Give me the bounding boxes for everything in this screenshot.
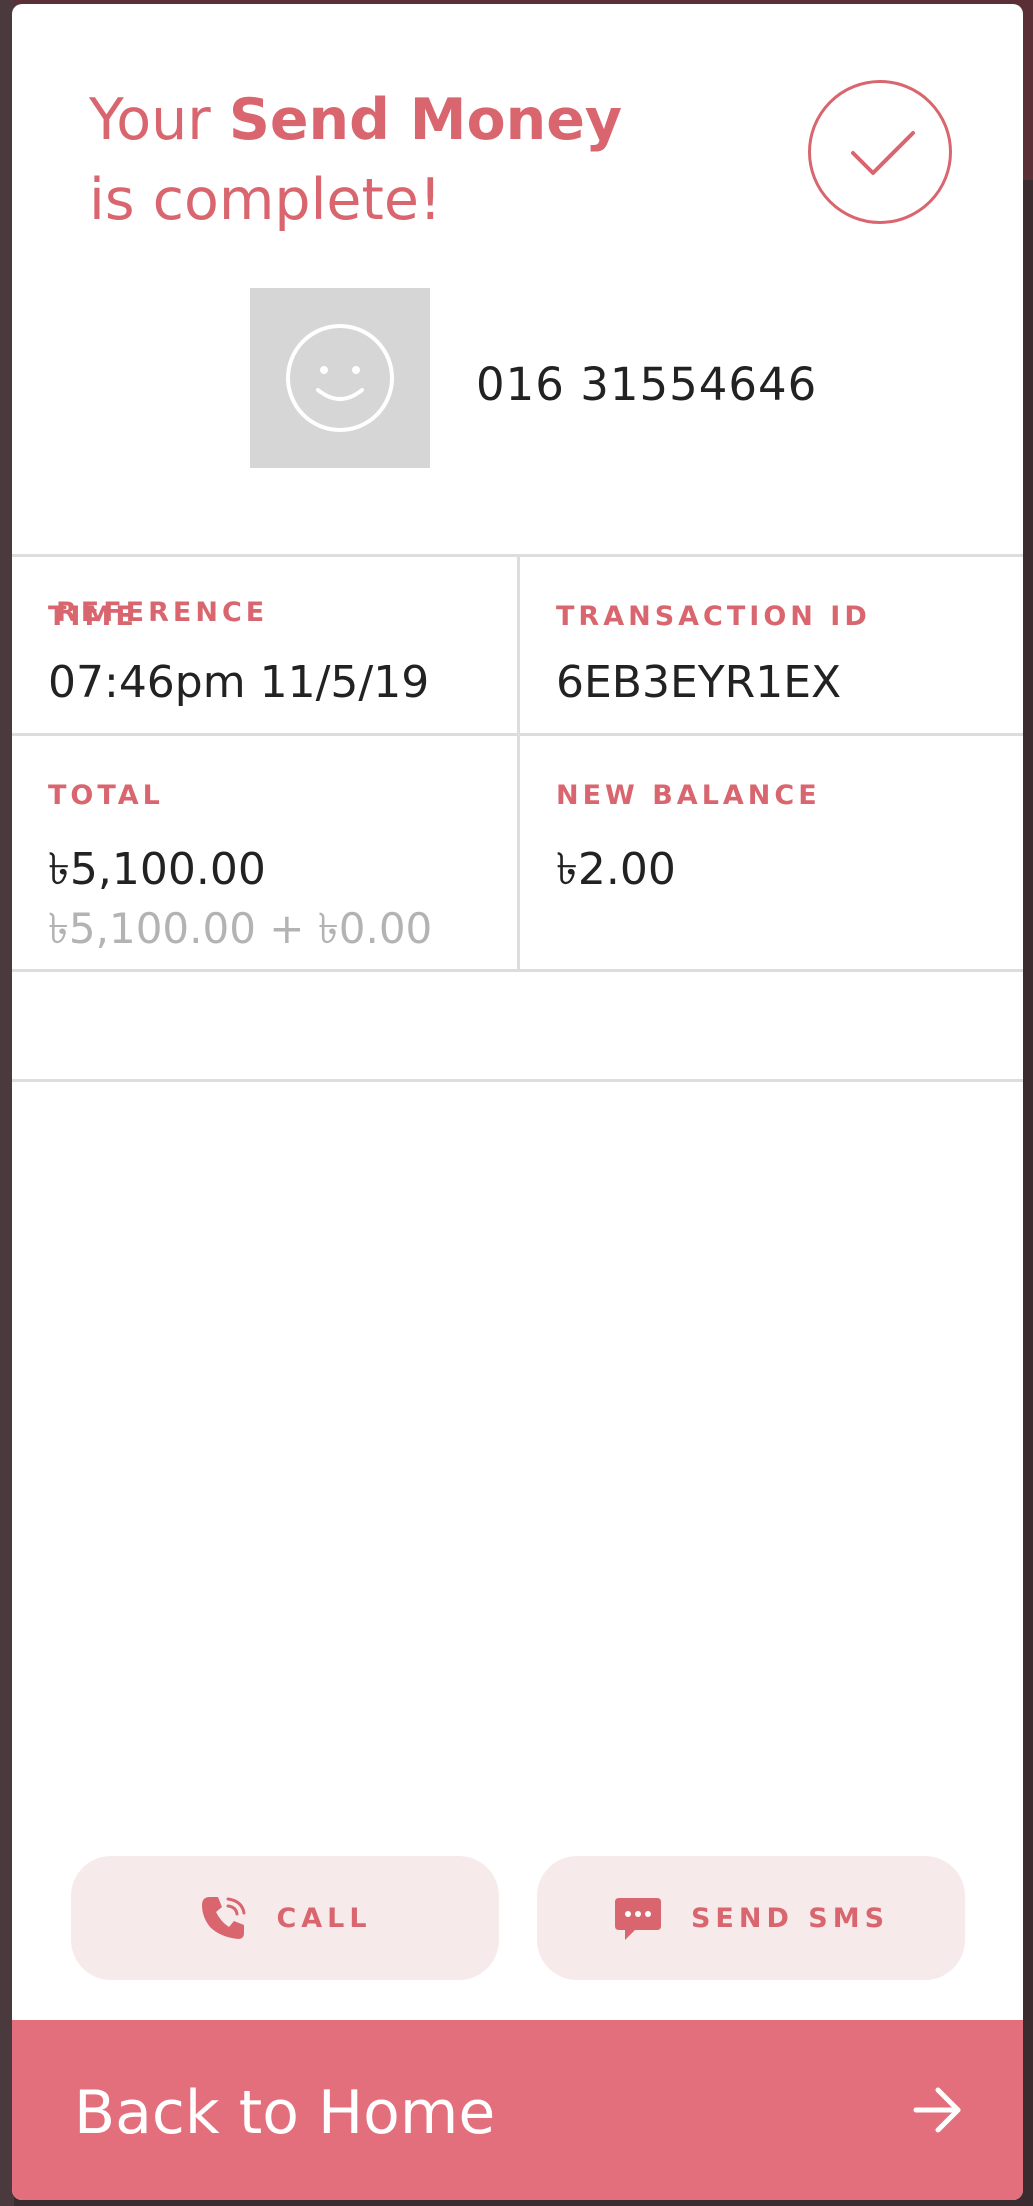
transaction-id-label: TRANSACTION ID <box>556 601 871 632</box>
total-cell: TOTAL ৳5,100.00 ৳5,100.00 + ৳0.00 <box>12 736 517 969</box>
back-to-home-label: Back to Home <box>74 2078 496 2148</box>
new-balance-cell: NEW BALANCE ৳2.00 <box>517 736 1022 969</box>
new-balance-value: ৳2.00 <box>556 844 676 895</box>
details-row: TIME 07:46pm 11/5/19 TRANSACTION ID 6EB3… <box>12 557 1023 736</box>
avatar <box>250 288 430 468</box>
arrow-right-icon <box>913 2087 961 2133</box>
call-button[interactable]: CALL <box>71 1856 499 1980</box>
title-prefix: Your <box>89 87 229 153</box>
title-bold: Send Money <box>228 87 623 153</box>
details-row: TOTAL ৳5,100.00 ৳5,100.00 + ৳0.00 NEW BA… <box>12 736 1023 972</box>
completion-title: Your Send Money is complete! <box>89 80 622 240</box>
message-icon <box>614 1898 661 1940</box>
send-sms-button[interactable]: SEND SMS <box>537 1856 965 1980</box>
send-sms-label: SEND SMS <box>690 1902 890 1934</box>
reference-row: REFERENCE <box>12 597 1023 1082</box>
transaction-details: TIME 07:46pm 11/5/19 TRANSACTION ID 6EB3… <box>12 554 1023 1082</box>
time-value: 07:46pm 11/5/19 <box>48 657 430 708</box>
phone-icon <box>202 1897 246 1939</box>
back-to-home-button[interactable]: Back to Home <box>12 2020 1023 2200</box>
time-cell: TIME 07:46pm 11/5/19 <box>12 557 517 733</box>
total-breakdown: ৳5,100.00 + ৳0.00 <box>48 904 433 953</box>
transaction-id-cell: TRANSACTION ID 6EB3EYR1EX <box>517 557 1022 733</box>
call-label: CALL <box>276 1902 372 1934</box>
transaction-id-value: 6EB3EYR1EX <box>556 657 842 708</box>
check-circle-icon <box>808 80 952 224</box>
smiley-icon <box>286 324 394 432</box>
reference-label: REFERENCE <box>56 597 269 628</box>
title-suffix: is complete! <box>89 167 442 233</box>
new-balance-label: NEW BALANCE <box>556 780 821 811</box>
contact-actions: CALL SEND SMS <box>71 1856 975 1980</box>
dialog-header: Your Send Money is complete! 016 3155464… <box>12 4 1023 554</box>
recipient-phone: 016 31554646 <box>476 358 818 411</box>
completion-dialog: Your Send Money is complete! 016 3155464… <box>12 4 1023 2200</box>
total-label: TOTAL <box>48 780 164 811</box>
